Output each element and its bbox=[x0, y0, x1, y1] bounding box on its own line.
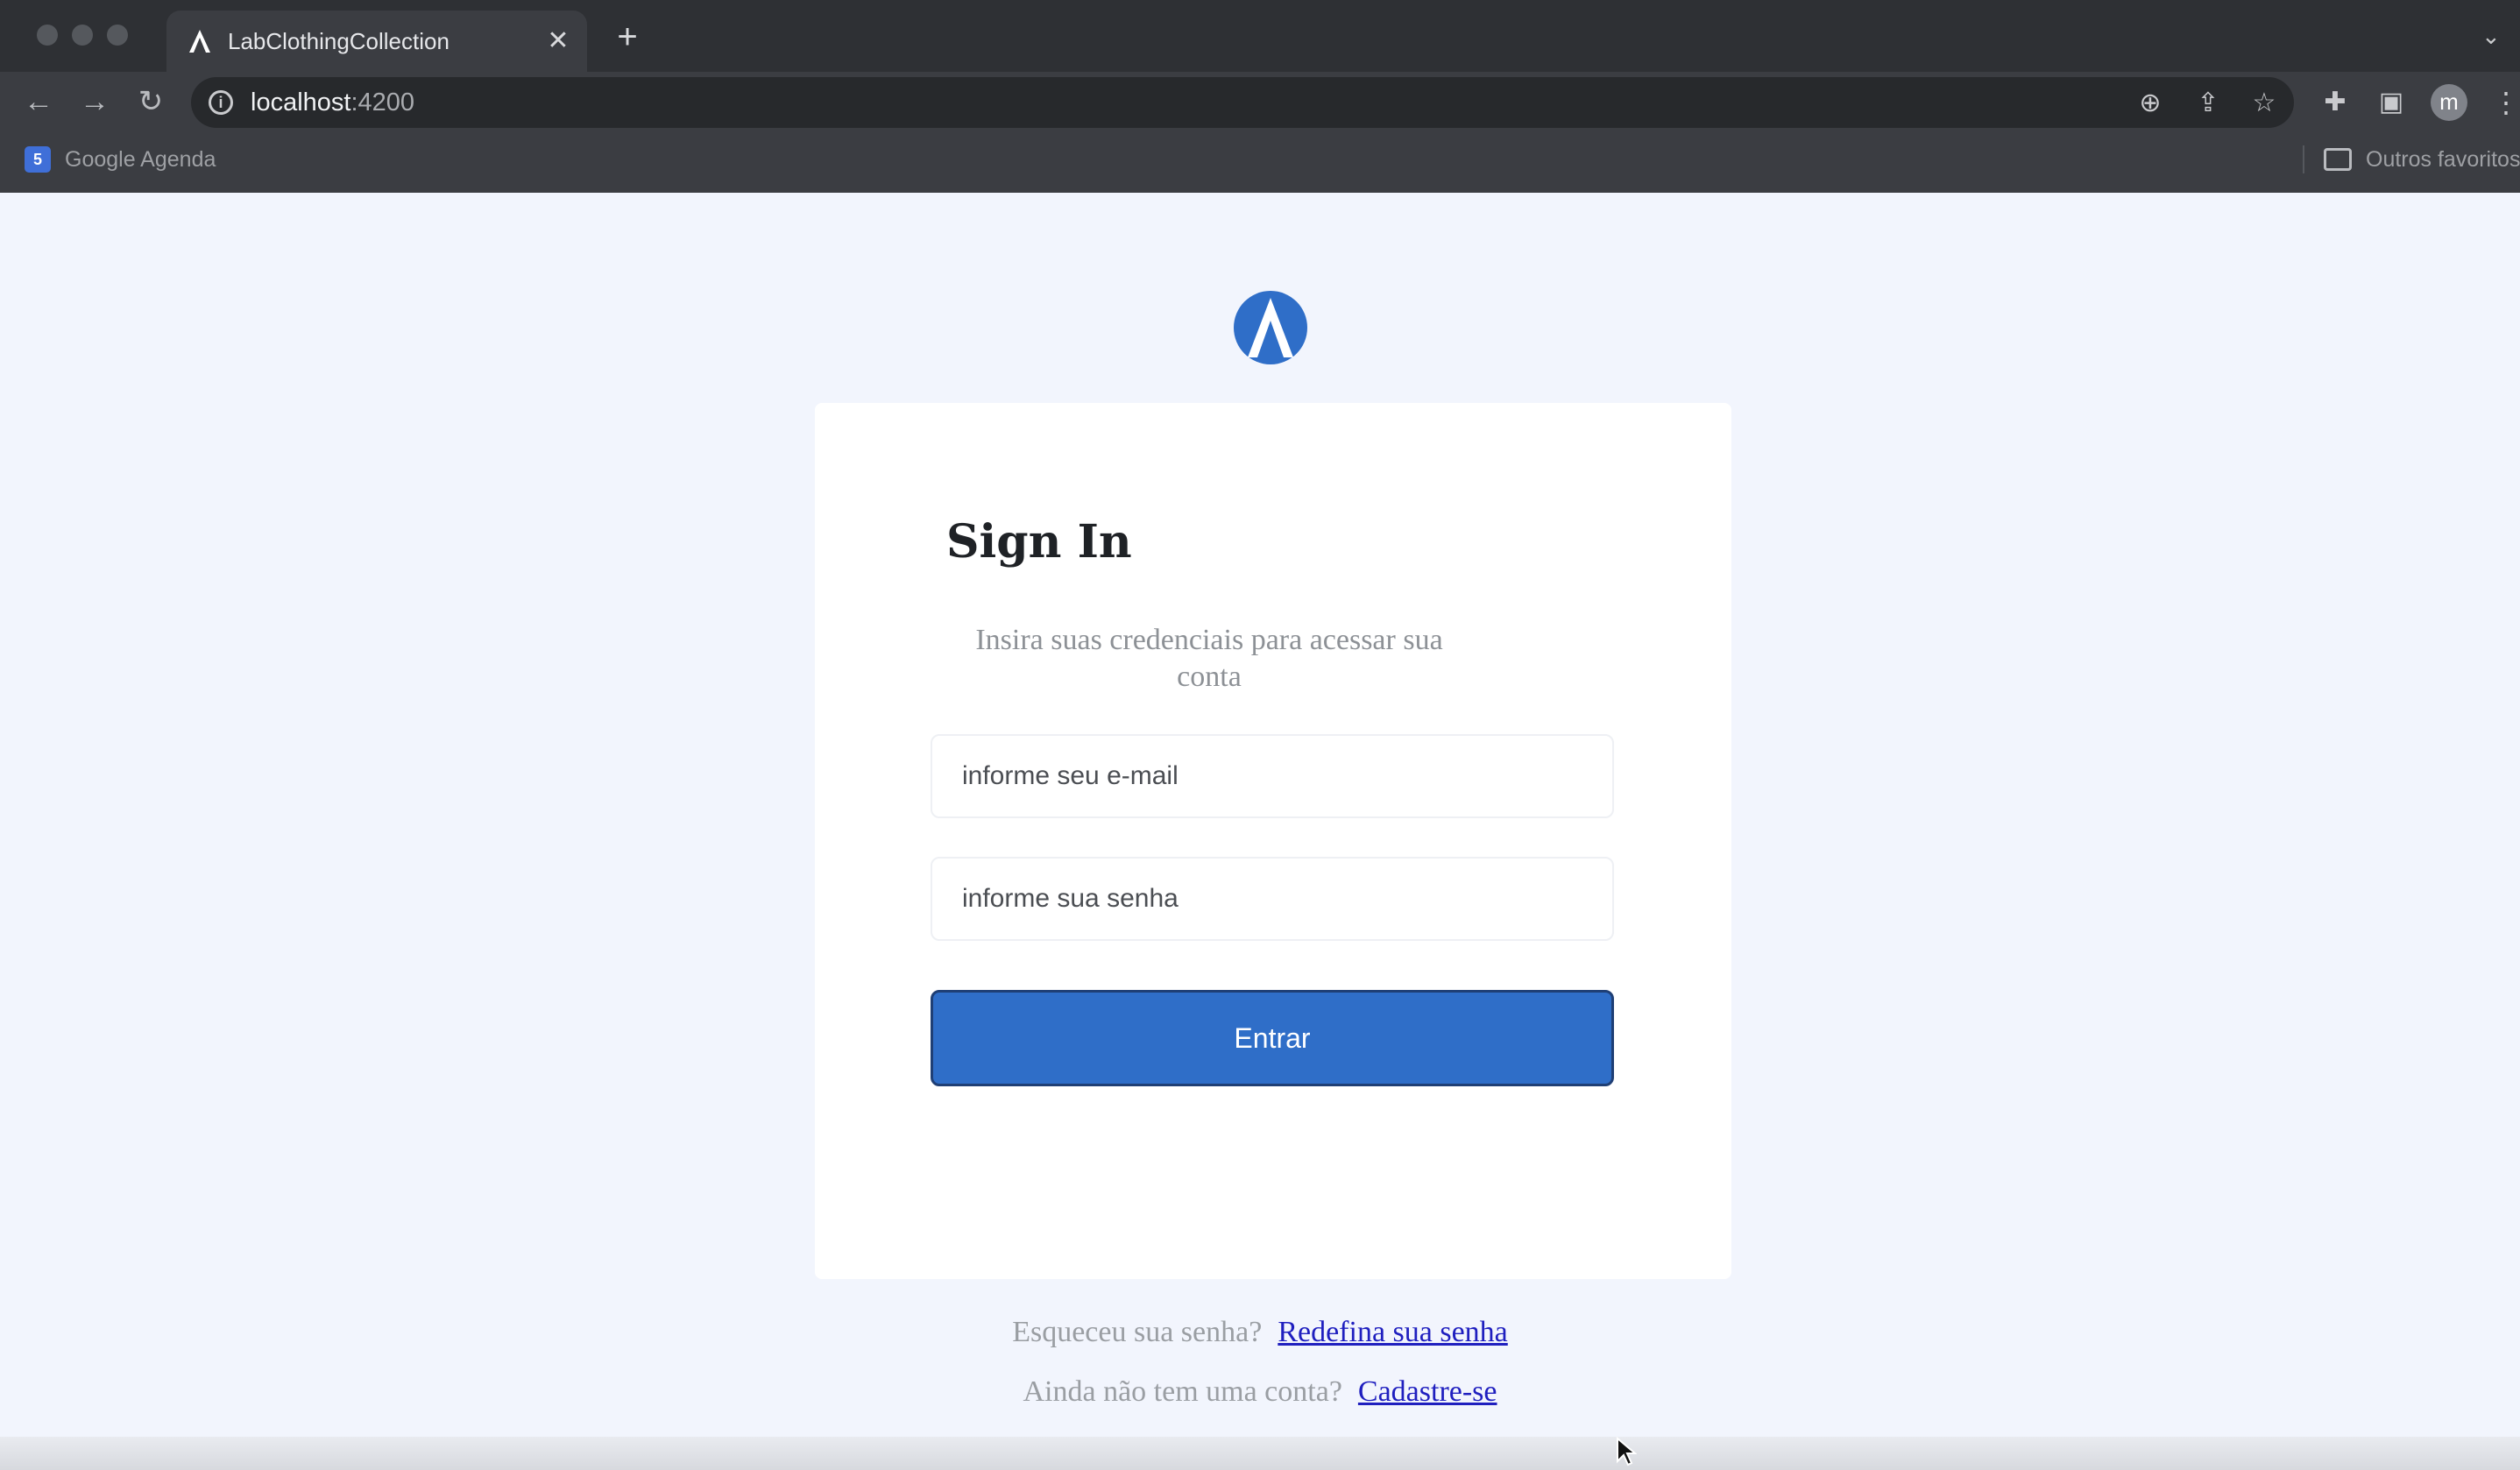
tab-title: LabClothingCollection bbox=[228, 28, 449, 54]
back-icon[interactable]: ← bbox=[21, 84, 56, 119]
email-field[interactable] bbox=[931, 734, 1614, 818]
login-card: Sign In Insira suas credenciais para ace… bbox=[815, 403, 1731, 1279]
browser-chrome: LabClothingCollection ✕ + ⌄ ← → ↻ i loca… bbox=[0, 0, 2520, 193]
app-logo-icon bbox=[1234, 291, 1307, 364]
profile-avatar[interactable]: m bbox=[2431, 84, 2467, 121]
page-title: Sign In bbox=[946, 515, 1132, 569]
extensions-icon[interactable]: ✚ bbox=[2317, 84, 2354, 121]
tab-search-chevron-icon[interactable]: ⌄ bbox=[2481, 23, 2508, 49]
forward-icon[interactable]: → bbox=[77, 84, 112, 119]
other-bookmarks-label: Outros favoritos bbox=[2366, 146, 2520, 172]
browser-tab[interactable]: LabClothingCollection ✕ bbox=[166, 11, 587, 72]
signup-prompt: Ainda não tem uma conta? bbox=[1023, 1375, 1342, 1408]
tab-close-icon[interactable]: ✕ bbox=[545, 28, 571, 54]
window-minimize-dot[interactable] bbox=[72, 25, 93, 46]
address-bar[interactable]: i localhost:4200 ⊕ ⇪ ☆ bbox=[191, 77, 2294, 128]
reload-icon[interactable]: ↻ bbox=[133, 84, 168, 119]
window-bottom-edge bbox=[0, 1437, 2520, 1470]
mouse-cursor-icon bbox=[1617, 1437, 1637, 1466]
login-button[interactable]: Entrar bbox=[931, 990, 1614, 1086]
window-zoom-dot[interactable] bbox=[107, 25, 128, 46]
side-panel-icon[interactable]: ▣ bbox=[2373, 84, 2410, 121]
info-icon[interactable]: i bbox=[209, 90, 233, 115]
url-port: :4200 bbox=[350, 88, 415, 117]
share-icon[interactable]: ⇪ bbox=[2191, 86, 2226, 121]
new-tab-button[interactable]: + bbox=[608, 19, 647, 58]
tab-strip: LabClothingCollection ✕ + ⌄ bbox=[0, 0, 2520, 72]
calendar-icon: 5 bbox=[25, 146, 51, 173]
bookmark-separator bbox=[2303, 145, 2304, 173]
signup-link[interactable]: Cadastre-se bbox=[1358, 1375, 1497, 1408]
star-icon[interactable]: ☆ bbox=[2247, 86, 2282, 121]
password-field[interactable] bbox=[931, 857, 1614, 941]
page-viewport: Sign In Insira suas credenciais para ace… bbox=[0, 193, 2520, 1470]
url-text: localhost:4200 bbox=[251, 88, 414, 117]
bookmark-google-agenda[interactable]: 5 Google Agenda bbox=[25, 144, 216, 175]
bookmark-label: Google Agenda bbox=[65, 146, 216, 172]
other-bookmarks-folder[interactable]: Outros favoritos bbox=[2324, 144, 2520, 175]
login-subtitle: Insira suas credenciais para acessar sua… bbox=[975, 624, 1443, 693]
angular-favicon-icon bbox=[186, 27, 214, 55]
folder-icon bbox=[2324, 148, 2352, 171]
menu-icon[interactable]: ⋮ bbox=[2492, 84, 2520, 121]
url-host: localhost bbox=[251, 88, 351, 117]
forgot-password-prompt: Esqueceu sua senha? bbox=[1012, 1316, 1263, 1348]
window-close-dot[interactable] bbox=[37, 25, 58, 46]
reset-password-link[interactable]: Redefina sua senha bbox=[1278, 1316, 1507, 1348]
forgot-password-row: Esqueceu sua senha? Redefina sua senha bbox=[0, 1316, 2520, 1349]
zoom-icon[interactable]: ⊕ bbox=[2133, 86, 2168, 121]
signup-row: Ainda não tem uma conta? Cadastre-se bbox=[0, 1375, 2520, 1409]
